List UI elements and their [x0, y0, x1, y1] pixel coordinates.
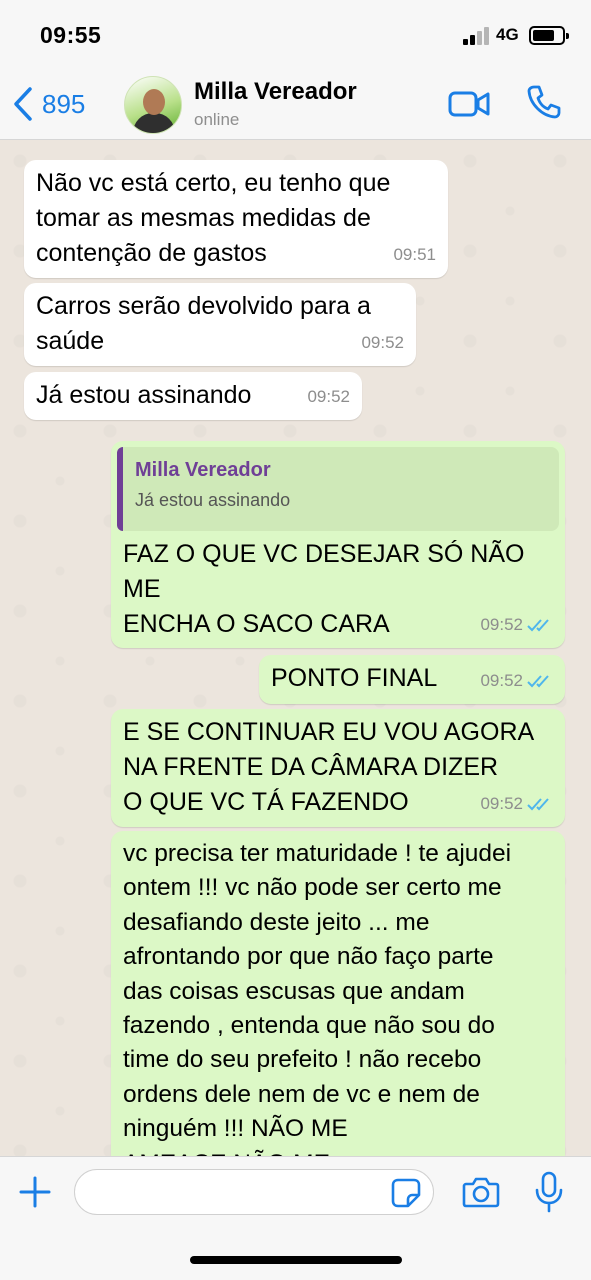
double-check-icon: [527, 674, 549, 687]
battery-icon: [529, 26, 569, 45]
signal-strength-icon: [463, 27, 493, 45]
message-bubble[interactable]: Carros serão devolvido para a saúde 09:5…: [24, 283, 416, 366]
message-bubble[interactable]: PONTO FINAL 09:52: [259, 655, 565, 704]
avatar[interactable]: [124, 76, 182, 134]
sticker-icon[interactable]: [390, 1177, 422, 1209]
message-meta: 09:52: [361, 325, 404, 360]
quoted-text: Já estou assinando: [135, 490, 291, 510]
message-meta: 09:52: [480, 663, 553, 698]
message-time: 09:52: [480, 794, 523, 813]
chat-header: 895 Milla Vereador online: [0, 70, 591, 140]
quoted-author: Milla Vereador: [135, 459, 271, 481]
message-meta: 09:52: [480, 607, 553, 642]
contact-name[interactable]: Milla Vereador: [194, 78, 357, 106]
chevron-left-icon: [14, 87, 32, 121]
status-time: 09:55: [40, 22, 102, 48]
message-input[interactable]: [74, 1169, 434, 1215]
message-bubble[interactable]: Já estou assinando 09:52: [24, 372, 362, 420]
message-text: Não vc está certo, eu tenho que tomar as…: [36, 169, 391, 267]
message-bubble[interactable]: vc precisa ter maturidade ! te ajudei on…: [111, 831, 565, 1156]
double-check-icon: [527, 797, 549, 810]
back-button[interactable]: 895: [12, 84, 85, 124]
message-meta: 09:52: [480, 786, 553, 821]
message-bubble[interactable]: E SE CONTINUAR EU VOU AGORA NA FRENTE DA…: [111, 709, 565, 827]
message-time: 09:51: [393, 245, 436, 264]
message-text: Já estou assinando: [36, 381, 252, 409]
battery-level: [533, 30, 554, 41]
message-meta: 09:52: [307, 379, 350, 414]
double-check-icon: [527, 618, 549, 631]
status-bar: 09:55 4G: [0, 0, 591, 70]
contact-status: online: [194, 110, 240, 129]
message-text: vc precisa ter maturidade ! te ajudei on…: [123, 840, 512, 1156]
message-time: 09:52: [361, 333, 404, 352]
chat-area[interactable]: Não vc está certo, eu tenho que tomar as…: [0, 141, 591, 1156]
network-type: 4G: [496, 25, 519, 44]
message-time: 09:52: [480, 671, 523, 690]
phone-icon[interactable]: [526, 84, 562, 120]
message-time: 09:52: [480, 615, 523, 634]
video-camera-icon[interactable]: [448, 90, 490, 118]
message-bubble[interactable]: Não vc está certo, eu tenho que tomar as…: [24, 160, 448, 278]
message-meta: 09:51: [393, 237, 436, 272]
microphone-icon[interactable]: [534, 1171, 564, 1213]
message-bubble[interactable]: Milla Vereador Já estou assinando FAZ O …: [111, 441, 565, 648]
home-indicator: [190, 1256, 402, 1264]
camera-icon[interactable]: [462, 1175, 500, 1209]
plus-icon[interactable]: [18, 1175, 52, 1209]
unread-count: 895: [42, 88, 86, 119]
message-text: Carros serão devolvido para a saúde: [36, 292, 371, 355]
message-time: 09:52: [307, 387, 350, 406]
quoted-message[interactable]: Milla Vereador Já estou assinando: [117, 447, 559, 531]
